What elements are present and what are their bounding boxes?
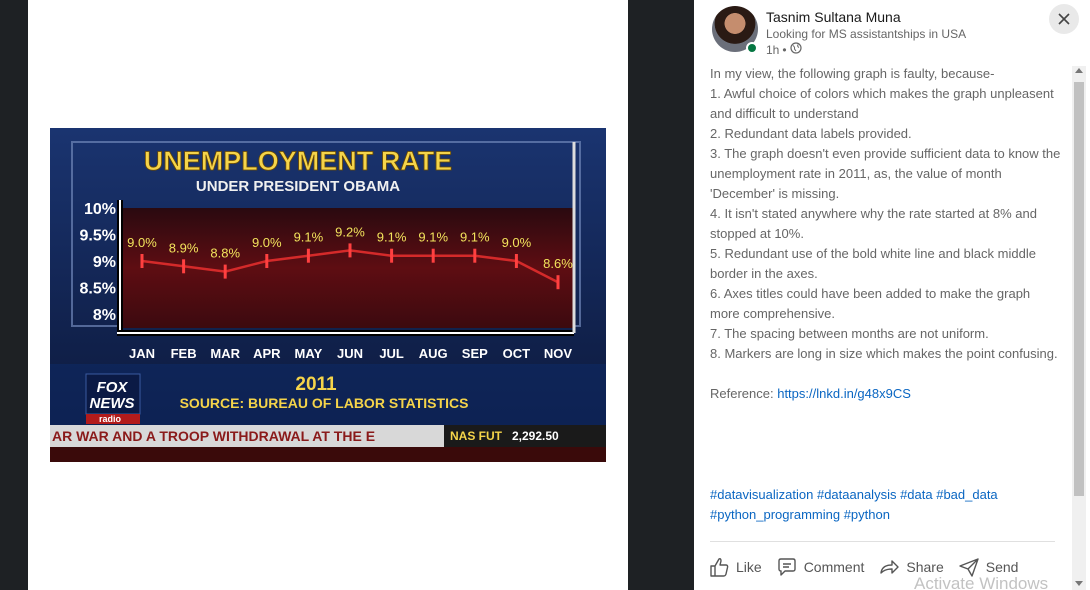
data-label: 9.0%: [127, 235, 157, 250]
like-label: Like: [736, 559, 762, 575]
market-label: NAS FUT: [450, 429, 503, 443]
data-label: 9.1%: [377, 230, 407, 245]
reference-link[interactable]: https://lnkd.in/g48x9CS: [777, 386, 911, 401]
post-line: 5. Redundant use of the bold white line …: [710, 246, 1036, 281]
post-line: 3. The graph doesn't even provide suffic…: [710, 146, 1061, 201]
globe-icon: [789, 42, 802, 57]
y-tick-label: 9.5%: [80, 228, 116, 245]
author-name[interactable]: Tasnim Sultana Muna: [766, 9, 901, 25]
market-value: 2,292.50: [512, 429, 559, 443]
data-label: 9.1%: [294, 230, 324, 245]
scroll-up-arrow-icon[interactable]: [1075, 68, 1083, 73]
data-label: 8.9%: [169, 240, 199, 255]
x-tick-label: MAR: [210, 346, 240, 361]
x-tick-label: JUN: [337, 346, 363, 361]
middle-backdrop: [628, 0, 694, 590]
post-image: UNEMPLOYMENT RATE UNDER PRESIDENT OBAMA …: [50, 128, 606, 462]
post-text: In my view, the following graph is fault…: [710, 64, 1062, 404]
x-axis: JAN FEB MAR APR MAY JUN JUL AUG SEP OCT NOV: [129, 346, 572, 361]
comment-label: Comment: [803, 559, 865, 575]
chart-subtitle: UNDER PRESIDENT OBAMA: [196, 178, 400, 195]
x-tick-label: SEP: [462, 346, 488, 361]
post-time: 1h: [766, 42, 780, 57]
logo-news: NEWS: [90, 395, 135, 412]
x-tick-label: APR: [253, 346, 281, 361]
hashtag-line[interactable]: #python_programming #python: [710, 505, 1062, 525]
post-line: 1. Awful choice of colors which makes th…: [710, 86, 1054, 121]
comment-button[interactable]: Comment: [776, 556, 865, 578]
reference-line: Reference: https://lnkd.in/g48x9CS: [710, 384, 1062, 404]
x-tick-label: FEB: [171, 346, 197, 361]
share-label: Share: [906, 559, 944, 575]
data-label: 8.8%: [210, 246, 240, 261]
post-line: 2. Redundant data labels provided.: [710, 126, 912, 141]
online-status-dot: [746, 42, 758, 54]
share-icon: [880, 560, 900, 574]
x-tick-label: MAY: [295, 346, 323, 361]
data-label: 8.6%: [543, 256, 573, 271]
logo-radio: radio: [99, 414, 122, 424]
y-tick-label: 8.5%: [80, 281, 116, 298]
activation-watermark: Activate Windows: [914, 574, 1049, 590]
x-tick-label: JUL: [379, 346, 404, 361]
chart-title: UNEMPLOYMENT RATE: [144, 146, 453, 176]
hashtags: #datavisualization #dataanalysis #data #…: [710, 485, 1062, 525]
data-label: 9.0%: [252, 235, 282, 250]
x-tick-label: AUG: [419, 346, 448, 361]
author-headline: Looking for MS assistantships in USA: [766, 27, 967, 41]
chart-svg: UNEMPLOYMENT RATE UNDER PRESIDENT OBAMA …: [50, 128, 606, 462]
left-backdrop: [0, 0, 28, 590]
post-line: 8. Markers are long in size which makes …: [710, 346, 1058, 361]
scroll-thumb[interactable]: [1074, 82, 1084, 496]
post-line: 4. It isn't stated anywhere why the rate…: [710, 206, 1037, 241]
post-meta: 1h •: [766, 42, 802, 57]
reference-label: Reference:: [710, 386, 774, 401]
data-label: 9.1%: [418, 230, 448, 245]
data-label: 9.1%: [460, 230, 490, 245]
logo-fox: FOX: [97, 379, 129, 396]
post-detail-panel: Tasnim Sultana Muna Looking for MS assis…: [694, 0, 1090, 590]
x-tick-label: JAN: [129, 346, 155, 361]
post-line: In my view, the following graph is fault…: [710, 66, 995, 81]
y-tick-label: 9%: [93, 254, 116, 271]
scrollbar[interactable]: [1072, 66, 1086, 590]
x-tick-label: NOV: [544, 346, 573, 361]
thumbs-up-icon: [710, 558, 729, 577]
like-button[interactable]: Like: [708, 556, 762, 578]
y-tick-label: 8%: [93, 307, 116, 324]
y-tick-label: 10%: [84, 201, 116, 218]
comment-icon: [777, 558, 796, 576]
scroll-down-arrow-icon[interactable]: [1075, 581, 1083, 586]
chart-year: 2011: [295, 374, 337, 395]
close-icon: [1058, 13, 1070, 25]
data-label: 9.0%: [502, 235, 532, 250]
close-button[interactable]: [1049, 4, 1079, 34]
image-viewer: UNEMPLOYMENT RATE UNDER PRESIDENT OBAMA …: [28, 0, 628, 590]
hashtag-line[interactable]: #datavisualization #dataanalysis #data #…: [710, 485, 1062, 505]
x-tick-label: OCT: [503, 346, 531, 361]
chart-source: SOURCE: BUREAU OF LABOR STATISTICS: [180, 395, 469, 411]
ticker-text: AR WAR AND A TROOP WITHDRAWAL AT THE E: [52, 428, 375, 444]
divider: [710, 541, 1055, 542]
send-label: Send: [985, 559, 1019, 575]
post-line: 7. The spacing between months are not un…: [710, 326, 989, 341]
data-label: 9.2%: [335, 224, 365, 239]
post-line: 6. Axes titles could have been added to …: [710, 286, 1031, 321]
meta-separator: •: [782, 42, 787, 57]
